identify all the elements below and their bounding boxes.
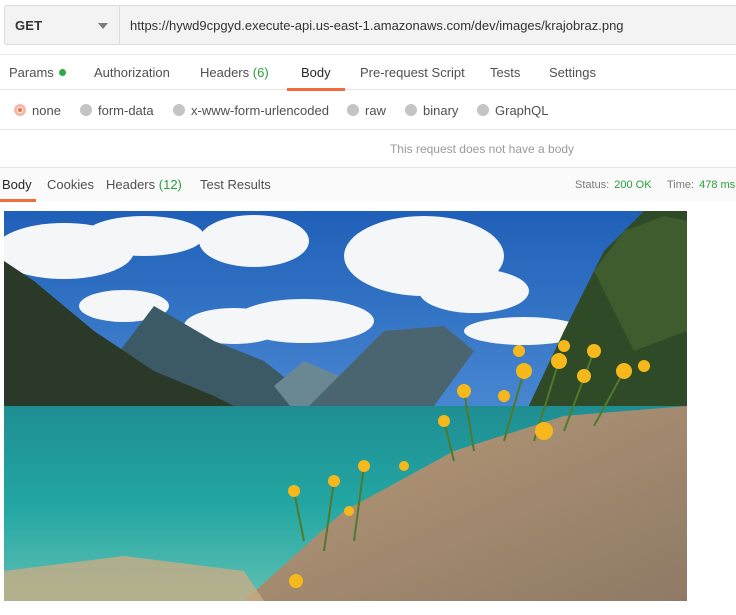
landscape-image — [4, 211, 687, 601]
response-tab-cookies-label: Cookies — [47, 177, 94, 192]
radio-unselected-icon — [173, 104, 185, 116]
radio-binary-label: binary — [423, 102, 459, 118]
tab-headers[interactable]: Headers (6) — [200, 55, 269, 90]
tab-authorization-label: Authorization — [94, 65, 170, 80]
request-tabs: Params Authorization Headers (6) Body Pr… — [0, 54, 736, 91]
response-status: Status: 200 OK — [575, 168, 652, 201]
tab-params-label: Params — [9, 65, 54, 80]
body-type-selector: none form-data x-www-form-urlencoded raw… — [0, 90, 736, 130]
tab-tests[interactable]: Tests — [490, 55, 520, 90]
radio-raw-label: raw — [365, 102, 386, 118]
time-value[interactable]: 478 ms — [699, 179, 735, 191]
params-indicator-dot-icon — [58, 69, 66, 76]
tab-settings-label: Settings — [549, 65, 596, 80]
response-tab-test-results-label: Test Results — [200, 177, 271, 192]
tab-params[interactable]: Params — [9, 55, 66, 90]
status-label: Status: — [575, 178, 610, 191]
radio-unselected-icon — [477, 104, 489, 116]
response-tab-headers-label: Headers — [106, 177, 156, 192]
tab-tests-label: Tests — [490, 65, 521, 80]
time-label: Time: — [667, 178, 695, 191]
response-tab-headers[interactable]: Headers (12) — [106, 168, 182, 201]
tab-settings[interactable]: Settings — [549, 55, 596, 90]
response-tab-cookies[interactable]: Cookies — [47, 168, 94, 201]
radio-form-data[interactable]: form-data — [80, 90, 154, 130]
response-tab-body[interactable]: Body — [0, 168, 36, 202]
radio-none[interactable]: none — [14, 90, 61, 130]
tab-body[interactable]: Body — [287, 55, 345, 91]
radio-graphql-label: GraphQL — [495, 102, 549, 118]
chevron-down-icon — [98, 23, 108, 29]
radio-form-data-label: form-data — [98, 102, 154, 118]
no-body-message: This request does not have a body — [389, 142, 575, 156]
response-tab-headers-count: (12) — [158, 177, 182, 192]
radio-raw[interactable]: raw — [347, 90, 386, 130]
tab-body-label: Body — [301, 65, 331, 80]
tab-headers-count: (6) — [252, 65, 269, 80]
radio-binary[interactable]: binary — [405, 90, 458, 130]
radio-unselected-icon — [347, 104, 359, 116]
radio-selected-icon — [14, 104, 26, 116]
response-tabs: Body Cookies Headers (12) Test Results S… — [0, 167, 736, 202]
response-time: Time: 478 ms — [667, 168, 735, 201]
status-value[interactable]: 200 OK — [614, 179, 651, 191]
method-select[interactable]: GET — [4, 5, 119, 45]
tab-headers-label: Headers — [200, 65, 250, 80]
response-body-image — [4, 211, 687, 601]
radio-graphql[interactable]: GraphQL — [477, 90, 548, 130]
request-url-bar: GET https://hywd9cpgyd.execute-api.us-ea… — [0, 0, 736, 54]
response-tab-test-results[interactable]: Test Results — [200, 168, 271, 201]
radio-unselected-icon — [405, 104, 417, 116]
tab-pre-request-script-label: Pre-request Script — [360, 65, 465, 80]
radio-x-www-form-urlencoded[interactable]: x-www-form-urlencoded — [173, 90, 329, 130]
url-input[interactable]: https://hywd9cpgyd.execute-api.us-east-1… — [119, 5, 736, 45]
method-label: GET — [15, 17, 43, 33]
radio-x-www-form-urlencoded-label: x-www-form-urlencoded — [191, 102, 329, 118]
radio-unselected-icon — [80, 104, 92, 116]
tab-pre-request-script[interactable]: Pre-request Script — [360, 55, 465, 90]
response-tab-body-label: Body — [2, 177, 32, 192]
tab-authorization[interactable]: Authorization — [94, 55, 170, 90]
radio-none-label: none — [32, 102, 61, 118]
